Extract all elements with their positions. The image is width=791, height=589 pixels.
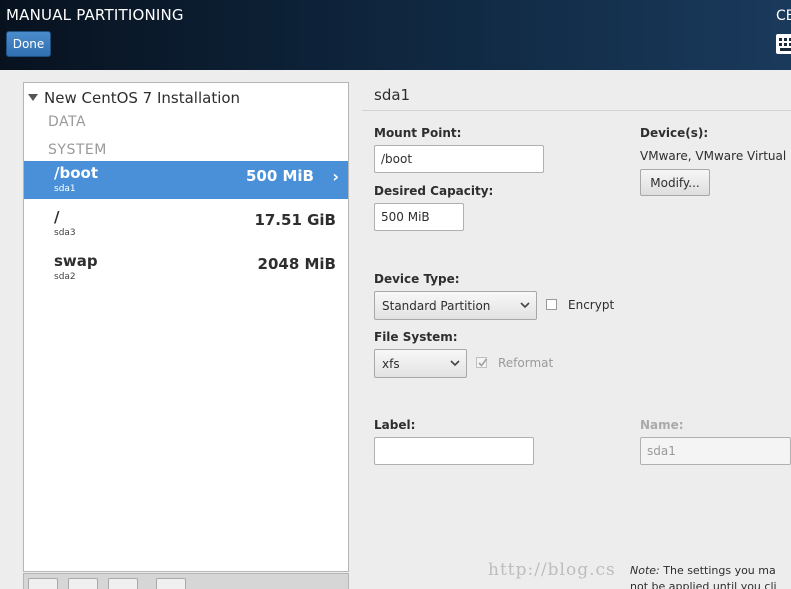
- installer-product-title: CE: [776, 8, 791, 24]
- desired-capacity-input[interactable]: [374, 203, 464, 231]
- installation-title: New CentOS 7 Installation: [44, 89, 241, 107]
- mount-point-list: New CentOS 7 Installation DATA SYSTEM /b…: [23, 82, 349, 572]
- watermark-text: http://blog.cs: [488, 560, 616, 580]
- mount-row-root[interactable]: / sda3 17.51 GiB: [24, 205, 348, 243]
- refresh-button[interactable]: [108, 578, 138, 589]
- note-line2: not be applied until you cli: [630, 580, 777, 589]
- settings-note: Note: The settings you ma not be applied…: [630, 563, 777, 589]
- mount-point-size: 17.51 GiB: [254, 211, 336, 229]
- done-button[interactable]: Done: [6, 31, 51, 57]
- encrypt-checkbox[interactable]: [546, 299, 557, 310]
- mount-row-swap[interactable]: swap sda2 2048 MiB: [24, 249, 348, 287]
- mount-point-name: swap: [54, 252, 98, 270]
- mount-point-label: Mount Point:: [374, 126, 462, 140]
- mount-point-name: /boot: [54, 164, 98, 182]
- mount-point-input[interactable]: [374, 145, 544, 173]
- device-type-label: Device Type:: [374, 272, 460, 286]
- device-type-select[interactable]: Standard Partition: [374, 291, 537, 320]
- installer-window: MANUAL PARTITIONING Done CE New CentOS 7…: [0, 0, 791, 589]
- mount-point-toolbar: [23, 573, 349, 589]
- storage-summary-button[interactable]: [156, 578, 186, 589]
- note-line1: The settings you ma: [659, 564, 776, 577]
- partition-detail-title: sda1: [374, 86, 411, 104]
- mount-point-device: sda3: [54, 228, 76, 238]
- chevron-down-icon: [520, 302, 530, 309]
- file-system-value: xfs: [382, 357, 400, 371]
- chevron-right-icon: ›: [332, 167, 339, 186]
- expander-triangle-icon: [28, 94, 38, 101]
- mount-point-device: sda1: [54, 184, 76, 194]
- installation-group-header[interactable]: New CentOS 7 Installation: [28, 89, 240, 107]
- encrypt-label: Encrypt: [568, 298, 615, 312]
- label-input[interactable]: [374, 437, 534, 465]
- devices-label: Device(s):: [640, 126, 709, 140]
- mount-point-size: 2048 MiB: [257, 255, 336, 273]
- reformat-label: Reformat: [498, 356, 554, 370]
- page-title: MANUAL PARTITIONING: [6, 6, 184, 24]
- device-type-value: Standard Partition: [382, 299, 491, 313]
- modify-button[interactable]: Modify...: [640, 169, 710, 196]
- devices-value: VMware, VMware Virtual: [640, 149, 787, 163]
- detail-separator: [362, 110, 791, 111]
- label-field-label: Label:: [374, 418, 416, 432]
- keyboard-icon[interactable]: [776, 34, 791, 54]
- note-prefix: Note:: [630, 564, 660, 577]
- section-label-data: DATA: [48, 114, 87, 130]
- reformat-checkbox[interactable]: [476, 357, 488, 368]
- chevron-down-icon: [450, 360, 460, 367]
- name-input[interactable]: [640, 437, 791, 465]
- remove-mount-point-button[interactable]: [68, 578, 98, 589]
- mount-row-boot[interactable]: /boot sda1 500 MiB ›: [24, 161, 348, 199]
- checkmark-icon: [478, 358, 488, 367]
- file-system-label: File System:: [374, 330, 458, 344]
- section-label-system: SYSTEM: [48, 142, 107, 158]
- name-field-label: Name:: [640, 418, 684, 432]
- file-system-select[interactable]: xfs: [374, 349, 467, 378]
- add-mount-point-button[interactable]: [28, 578, 58, 589]
- mount-point-device: sda2: [54, 272, 76, 282]
- mount-point-size: 500 MiB: [245, 167, 314, 185]
- mount-point-name: /: [54, 208, 60, 226]
- header-bar: MANUAL PARTITIONING Done CE: [0, 0, 791, 70]
- desired-capacity-label: Desired Capacity:: [374, 184, 494, 198]
